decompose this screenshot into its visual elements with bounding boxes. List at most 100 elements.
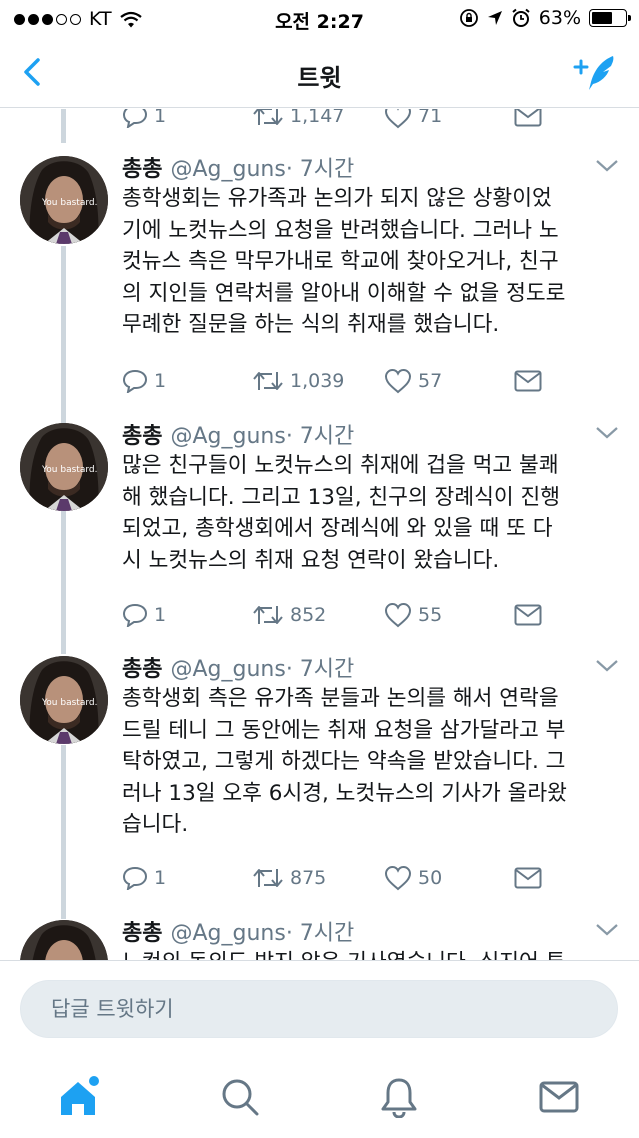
like-count: 71 — [418, 109, 443, 127]
author-handle[interactable]: @Ag_guns — [170, 921, 285, 946]
reply-input[interactable]: 답글 트윗하기 — [20, 980, 618, 1038]
chevron-down-icon — [596, 427, 618, 439]
direct-message-button[interactable] — [514, 861, 542, 895]
tweet-text-line: 무례한 질문을 하는 식의 취재를 했습니다. — [122, 312, 500, 337]
tweet[interactable]: You bastard. 총총 @Ag_guns · 7시간 많은 친구들이 노… — [0, 418, 639, 648]
like-count: 50 — [418, 867, 443, 889]
tweet-header: 총총 @Ag_guns · 7시간 — [122, 651, 354, 683]
home-icon — [61, 1076, 99, 1115]
retweet-count: 1,039 — [290, 370, 345, 392]
author-name[interactable]: 총총 — [122, 915, 162, 947]
tweet-text-line: 습니다. — [122, 812, 189, 837]
author-name[interactable]: 총총 — [122, 151, 162, 183]
tweet-text-line: 컷뉴스 측은 막무가내로 학교에 찾아오거나, 친구 — [122, 249, 559, 274]
author-handle[interactable]: @Ag_guns — [170, 657, 285, 682]
retweet-button[interactable]: 1,147 — [252, 109, 344, 133]
tweet-menu-button[interactable] — [593, 422, 621, 442]
tweet-text-line: 해 했습니다. 그리고 13일, 친구의 장례식이 진행 — [122, 484, 561, 510]
like-button[interactable]: 50 — [384, 861, 442, 895]
tweet-actions: 1 875 50 — [122, 861, 552, 895]
alarm-icon — [512, 8, 530, 27]
retweet-button[interactable]: 875 — [252, 861, 326, 895]
reply-bar: 답글 트윗하기 — [0, 960, 639, 1055]
compose-tweet-button[interactable] — [573, 52, 621, 92]
tweet-text: 노컷의 동의도 받지 않은 기사였습니다. 심지어 투 — [122, 947, 622, 960]
navigation-bar: 트윗 — [0, 38, 639, 108]
tweet-text-line: 총학생회 측은 유가족 분들과 논의를 해서 연락을 — [122, 686, 559, 711]
like-count: 55 — [418, 604, 443, 626]
reply-count: 1 — [154, 370, 167, 392]
tweet[interactable]: You bastard. 총총 @Ag_guns · 7시간 총학생회는 유가족… — [0, 151, 639, 411]
envelope-icon — [514, 370, 542, 392]
avatar[interactable]: You bastard. — [20, 656, 108, 744]
avatar[interactable]: You bastard. — [20, 423, 108, 511]
reply-count: 1 — [154, 867, 167, 889]
messages-icon — [539, 1081, 579, 1113]
author-name[interactable]: 총총 — [122, 418, 162, 450]
tweet-text-line: 탁하였고, 그렇게 하겠다는 약속을 받았습니다. 그 — [122, 749, 566, 774]
reply-button[interactable]: 1 — [122, 109, 166, 133]
tab-home[interactable] — [56, 1073, 104, 1121]
tweet[interactable]: You bastard. 총총 @Ag_guns · 7시간 총학생회 측은 유… — [0, 651, 639, 911]
tab-notifications[interactable] — [375, 1073, 423, 1121]
tweet-text-line: 러나 13일 오후 6시경, 노컷뉴스의 기사가 올라왔 — [122, 780, 567, 806]
avatar[interactable] — [20, 920, 108, 960]
status-bar: KT 오전 2:27 63% — [0, 0, 639, 38]
like-count: 57 — [418, 370, 443, 392]
tweet-text-line: 많은 친구들이 노컷뉴스의 취재에 겁을 먹고 불쾌 — [122, 453, 559, 478]
tweet-time: · 7시간 — [285, 157, 355, 182]
chevron-down-icon — [596, 660, 618, 672]
tweet-actions: 1 1,147 71 — [122, 109, 552, 133]
tab-bar — [0, 1055, 639, 1138]
tweet-text: 총학생회는 유가족과 논의가 되지 않은 상황이었 기에 노컷뉴스의 요청을 반… — [122, 183, 622, 341]
battery-level — [592, 12, 612, 24]
orientation-lock-icon — [459, 9, 478, 27]
tweet-header: 총총 @Ag_guns · 7시간 — [122, 418, 354, 450]
reply-button[interactable]: 1 — [122, 364, 166, 398]
heart-icon — [384, 602, 412, 628]
author-name[interactable]: 총총 — [122, 651, 162, 683]
tweet-text-line: 총학생회는 유가족과 논의가 되지 않은 상황이었 — [122, 186, 552, 211]
author-handle[interactable]: @Ag_guns — [170, 157, 285, 182]
battery-icon — [589, 9, 631, 27]
avatar[interactable]: You bastard. — [20, 156, 108, 244]
tweet-actions: 1 852 55 — [122, 598, 552, 632]
reply-button[interactable]: 1 — [122, 861, 166, 895]
tweet-text-line: 드릴 테니 그 동안에는 취재 요청을 삼가달라고 부 — [122, 717, 566, 743]
retweet-button[interactable]: 1,039 — [252, 364, 344, 398]
tweet-text-line: 되었고, 총학생회에서 장례식에 와 있을 때 또 다 — [122, 516, 553, 541]
reply-count: 1 — [154, 109, 167, 127]
retweet-button[interactable]: 852 — [252, 598, 326, 632]
thread-connector — [61, 109, 66, 143]
notifications-icon — [381, 1078, 417, 1118]
location-icon — [487, 11, 502, 25]
tweet[interactable]: 총총 @Ag_guns · 7시간 노컷의 동의도 받지 않은 기사였습니다. … — [0, 915, 639, 960]
like-button[interactable]: 57 — [384, 364, 442, 398]
tab-search[interactable] — [216, 1073, 264, 1121]
reply-button[interactable]: 1 — [122, 598, 166, 632]
author-handle[interactable]: @Ag_guns — [170, 424, 285, 449]
reply-icon — [122, 866, 148, 890]
tweet-menu-button[interactable] — [593, 919, 621, 939]
search-icon — [222, 1079, 259, 1116]
heart-icon — [384, 368, 412, 394]
envelope-icon — [514, 867, 542, 889]
tweet-menu-button[interactable] — [593, 655, 621, 675]
retweet-icon — [253, 109, 283, 125]
tweet-text-line: 시 노컷뉴스의 취재 요청 연락이 왔습니다. — [122, 547, 500, 573]
tweet-menu-button[interactable] — [593, 155, 621, 175]
page-title: 트윗 — [297, 64, 342, 92]
like-button[interactable]: 55 — [384, 598, 442, 632]
retweet-icon — [253, 869, 283, 887]
tweet-text: 총학생회 측은 유가족 분들과 논의를 해서 연락을 드릴 테니 그 동안에는 … — [122, 683, 622, 841]
envelope-icon — [514, 604, 542, 626]
direct-message-button[interactable] — [514, 598, 542, 632]
tweet-text: 많은 친구들이 노컷뉴스의 취재에 겁을 먹고 불쾌 해 했습니다. 그리고 1… — [122, 450, 622, 576]
tweet-time: · 7시간 — [285, 424, 355, 449]
direct-message-button[interactable] — [514, 109, 542, 133]
like-button[interactable]: 71 — [384, 109, 442, 133]
heart-icon — [384, 109, 412, 129]
avatar-caption: You bastard. — [42, 465, 98, 475]
direct-message-button[interactable] — [514, 364, 542, 398]
tab-messages[interactable] — [535, 1073, 583, 1121]
